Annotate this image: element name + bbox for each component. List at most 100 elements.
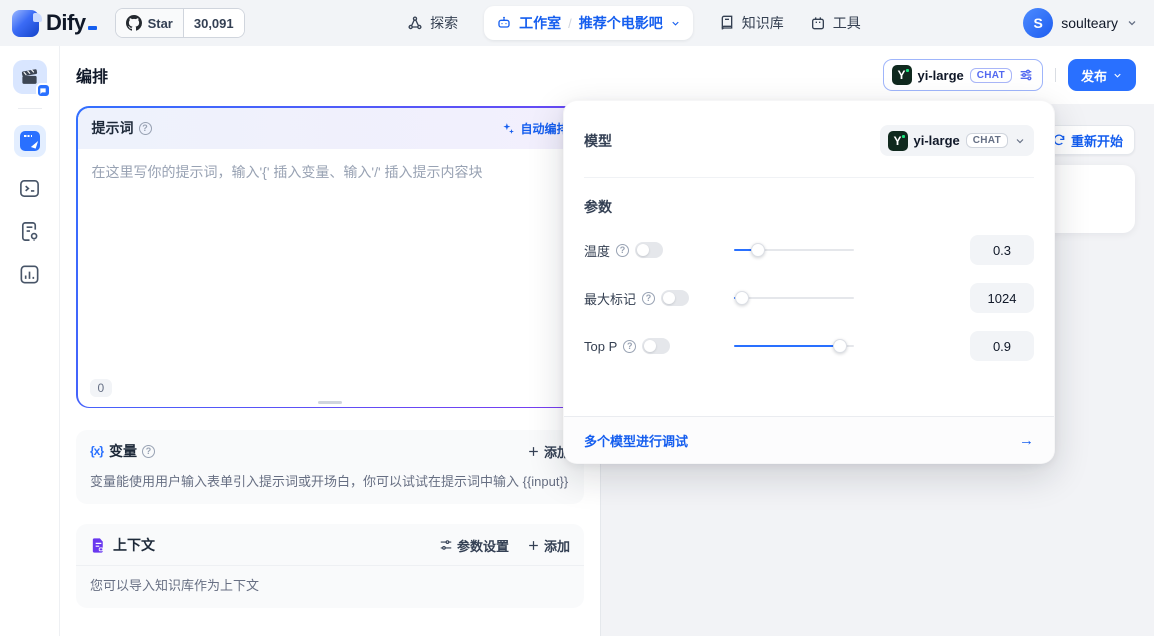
app-root: Dify Star 30,091 探索 工作室 / 推荐个电影吧 [0, 0, 1154, 636]
sidebar-item-api[interactable] [18, 177, 41, 200]
chevron-down-icon[interactable] [670, 18, 681, 29]
param-slider[interactable] [734, 243, 854, 257]
prompt-panel-header: 提示词 ? 自动编排 [78, 108, 583, 149]
variable-icon: {x} [90, 444, 103, 458]
help-icon[interactable]: ? [623, 340, 636, 353]
yi-model-icon: Y [892, 65, 912, 85]
variables-header: {x} 变量 ? 添加 [76, 430, 584, 467]
arrow-right-icon: → [1019, 432, 1034, 449]
prompt-editor[interactable] [78, 149, 583, 407]
logo-underscore [88, 26, 97, 30]
prompt-panel: 提示词 ? 自动编排 0 [76, 106, 584, 408]
github-icon [126, 15, 142, 31]
sidebar-item-orchestrate[interactable] [14, 125, 46, 157]
github-star-label: Star [148, 16, 173, 31]
popover-model-select[interactable]: Y yi-large CHAT [880, 125, 1034, 156]
app-type-badge [36, 83, 51, 98]
github-star-button[interactable]: Star [116, 9, 184, 37]
param-name: 最大标记 [584, 289, 636, 308]
explore-icon [407, 15, 423, 31]
dify-logo-text: Dify [46, 10, 97, 36]
dify-logo-icon [12, 10, 39, 37]
nav-explore[interactable]: 探索 [407, 13, 458, 33]
nav-knowledge[interactable]: 知识库 [719, 13, 784, 33]
help-icon[interactable]: ? [616, 244, 629, 257]
param-slider[interactable] [734, 339, 854, 353]
nav-tools[interactable]: 工具 [810, 13, 861, 33]
navbar-center: 探索 工作室 / 推荐个电影吧 知识库 工具 [245, 6, 1024, 40]
tune-sliders-icon[interactable] [1018, 67, 1034, 83]
help-icon[interactable]: ? [139, 122, 152, 135]
github-star-widget[interactable]: Star 30,091 [115, 8, 245, 38]
orchestrate-panel: 提示词 ? 自动编排 0 [60, 104, 600, 636]
sidebar-item-monitoring[interactable] [18, 263, 41, 286]
auto-orchestrate-button[interactable]: 自动编排 [502, 120, 568, 137]
app-sidebar [0, 46, 60, 636]
user-avatar[interactable]: S [1023, 8, 1053, 38]
log-annotation-icon [18, 220, 41, 243]
dify-logo[interactable]: Dify [12, 10, 97, 37]
model-label: 模型 [584, 131, 612, 151]
help-icon[interactable]: ? [142, 445, 155, 458]
user-name: soulteary [1061, 15, 1118, 31]
variables-title: 变量 ? [109, 441, 155, 461]
account-menu[interactable]: S soulteary [1023, 8, 1138, 38]
slider-knob[interactable] [751, 243, 765, 257]
context-description: 您可以导入知识库作为上下文 [76, 566, 584, 608]
variables-card: {x} 变量 ? 添加 变量能使用用户输入表单引入提示 [76, 430, 584, 504]
github-star-count[interactable]: 30,091 [184, 9, 244, 37]
prompt-char-count: 0 [90, 379, 113, 397]
breadcrumb-app-name[interactable]: 推荐个电影吧 [579, 13, 663, 33]
context-title: 上下文 [113, 535, 155, 555]
model-row: 模型 Y yi-large CHAT [584, 125, 1034, 156]
context-param-settings-button[interactable]: 参数设置 [439, 536, 509, 555]
nav-studio-label[interactable]: 工作室 [519, 13, 561, 33]
help-icon[interactable]: ? [642, 292, 655, 305]
param-toggle[interactable] [642, 338, 670, 354]
content-header: 编排 Y yi-large CHAT 发布 [60, 46, 1154, 104]
popover-model-mode-badge: CHAT [966, 133, 1008, 148]
nav-studio-pill[interactable]: 工作室 / 推荐个电影吧 [484, 6, 693, 40]
sparkles-icon [502, 122, 515, 135]
tools-icon [810, 15, 826, 31]
param-value[interactable]: 0.9 [970, 331, 1034, 361]
knowledge-book-icon [719, 15, 735, 31]
sidebar-item-logs[interactable] [18, 220, 41, 243]
popover-model-name: yi-large [914, 133, 960, 148]
model-selector-button[interactable]: Y yi-large CHAT [883, 59, 1043, 91]
slider-knob[interactable] [735, 291, 749, 305]
chevron-down-icon[interactable] [1126, 17, 1138, 29]
context-document-icon [90, 537, 107, 554]
top-navbar: Dify Star 30,091 探索 工作室 / 推荐个电影吧 [0, 0, 1154, 46]
nav-tools-label: 工具 [833, 13, 861, 33]
yi-model-icon: Y [888, 131, 908, 151]
breadcrumb-separator: / [568, 16, 572, 31]
param-toggle[interactable] [635, 242, 663, 258]
param-toggle[interactable] [661, 290, 689, 306]
model-name: yi-large [918, 68, 964, 83]
multi-model-debug-link[interactable]: 多个模型进行调试 → [564, 416, 1054, 463]
clapperboard-icon [20, 68, 39, 87]
param-row-top-p: Top P ? 0.9 [584, 331, 1034, 361]
sidebar-divider [18, 108, 42, 109]
add-context-button[interactable]: 添加 [527, 536, 570, 555]
slider-knob[interactable] [833, 339, 847, 353]
orchestrate-icon [20, 131, 40, 151]
publish-button[interactable]: 发布 [1068, 59, 1136, 91]
context-header: 上下文 参数设置 添加 [76, 524, 584, 561]
plus-icon [527, 539, 540, 552]
prompt-resize-handle[interactable] [318, 401, 342, 404]
chat-bubble-icon [39, 87, 47, 95]
param-slider[interactable] [734, 291, 854, 305]
app-icon[interactable] [13, 60, 47, 94]
header-actions: Y yi-large CHAT 发布 [883, 59, 1137, 91]
header-divider [1055, 68, 1056, 82]
navbar-left: Dify Star 30,091 [12, 8, 245, 38]
param-value[interactable]: 1024 [970, 283, 1034, 313]
settings-sliders-icon [439, 538, 453, 552]
model-settings-popover: 模型 Y yi-large CHAT 参数 温度 ? [563, 100, 1055, 464]
chevron-down-icon [1112, 70, 1123, 81]
param-row-temperature: 温度 ? 0.3 [584, 235, 1034, 265]
page-title: 编排 [76, 63, 108, 87]
param-value[interactable]: 0.3 [970, 235, 1034, 265]
